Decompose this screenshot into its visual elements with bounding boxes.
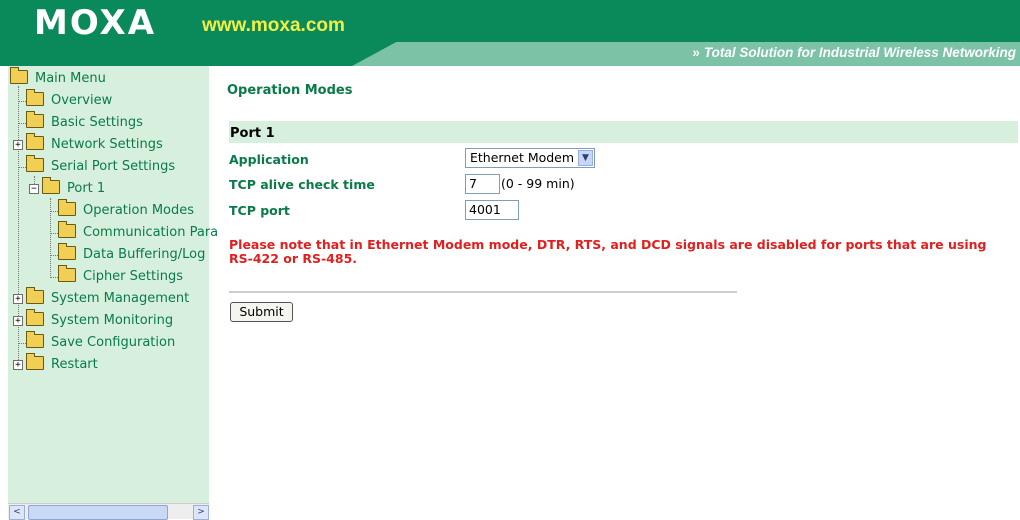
sidebar-item-label: System Management [51, 291, 190, 306]
sidebar-item-communication-parameters[interactable]: Communication Para [58, 221, 219, 244]
sidebar-item-label: Save Configuration [51, 335, 176, 350]
moxa-logo: MOXA [34, 3, 157, 43]
double-chevron-icon: » [692, 45, 700, 60]
sidebar-horizontal-scrollbar[interactable]: < > [8, 503, 209, 520]
page-title: Operation Modes [227, 83, 353, 98]
folder-icon [26, 111, 44, 128]
sidebar-item-label: Operation Modes [83, 203, 195, 218]
sidebar-item-label: Restart [51, 357, 98, 372]
divider [229, 291, 737, 293]
tree-line [50, 211, 58, 212]
sidebar-item-label: Data Buffering/Log [83, 247, 206, 262]
folder-icon [58, 221, 76, 238]
sidebar-item-serial-port-settings[interactable]: Serial Port Settings [26, 155, 176, 178]
sidebar-item-label: Network Settings [51, 137, 163, 152]
tcp-alive-input[interactable]: 7 [465, 174, 500, 194]
sidebar-item-port-1[interactable]: − Port 1 [29, 177, 106, 200]
sidebar-item-label: Basic Settings [51, 115, 143, 130]
tree-line [18, 101, 26, 102]
expand-icon[interactable]: + [13, 316, 23, 326]
sidebar-item-label: Overview [51, 93, 113, 108]
open-folder-icon [10, 67, 28, 84]
sidebar-item-restart[interactable]: + Restart [13, 353, 98, 376]
application-label: Application [229, 152, 309, 167]
sidebar-item-network-settings[interactable]: + Network Settings [13, 133, 163, 156]
header-band-accent [0, 40, 400, 66]
chevron-down-icon[interactable]: ▼ [578, 150, 593, 166]
sidebar-item-data-buffering-log[interactable]: Data Buffering/Log [58, 243, 206, 266]
tree-line [18, 123, 26, 124]
tcp-alive-unit: (0 - 99 min) [501, 176, 575, 191]
sidebar-item-operation-modes[interactable]: Operation Modes [58, 199, 195, 222]
warning-notice: Please note that in Ethernet Modem mode,… [229, 237, 987, 266]
section-title: Port 1 [230, 126, 275, 141]
folder-icon [26, 331, 44, 348]
folder-icon [58, 243, 76, 260]
sidebar-item-main-menu[interactable]: Main Menu [10, 67, 106, 90]
tree-line [50, 198, 51, 278]
expand-icon[interactable]: + [13, 140, 23, 150]
folder-icon [26, 353, 44, 370]
tagline: » Total Solution for Industrial Wireless … [692, 45, 1016, 60]
main-content: Operation Modes Port 1 Application Ether… [209, 66, 1020, 518]
site-url[interactable]: www.moxa.com [202, 14, 345, 38]
tagline-text: Total Solution for Industrial Wireless N… [703, 45, 1016, 60]
sidebar-item-system-management[interactable]: + System Management [13, 287, 190, 310]
tree-line [50, 233, 58, 234]
submit-button[interactable]: Submit [230, 302, 293, 322]
sidebar-left-border [0, 66, 8, 518]
sidebar-item-cipher-settings[interactable]: Cipher Settings [58, 265, 183, 288]
tree-line [50, 277, 58, 278]
sidebar-item-system-monitoring[interactable]: + System Monitoring [13, 309, 174, 332]
sidebar-item-label: Port 1 [67, 181, 106, 196]
expand-icon[interactable]: + [13, 294, 23, 304]
expand-icon[interactable]: + [13, 360, 23, 370]
sidebar-item-label: Serial Port Settings [51, 159, 176, 174]
folder-icon [26, 133, 44, 150]
tree-line [50, 255, 58, 256]
folder-icon [26, 89, 44, 106]
sidebar-item-save-configuration[interactable]: Save Configuration [26, 331, 176, 354]
application-select-value: Ethernet Modem [470, 150, 575, 165]
tcp-port-input[interactable]: 4001 [465, 200, 519, 220]
sidebar-item-basic-settings[interactable]: Basic Settings [26, 111, 143, 134]
sidebar-item-label: Cipher Settings [83, 269, 183, 284]
sidebar-item-label: Main Menu [35, 71, 106, 86]
page-header: MOXA www.moxa.com » Total Solution for In… [0, 0, 1020, 66]
sidebar-item-label: System Monitoring [51, 313, 174, 328]
section-header: Port 1 [229, 121, 1018, 143]
open-folder-icon [26, 155, 44, 172]
folder-icon [26, 309, 44, 326]
tree-line [18, 343, 26, 344]
sidebar-item-label: Communication Para [83, 225, 219, 240]
folder-icon [58, 199, 76, 216]
application-select[interactable]: Ethernet Modem ▼ [465, 148, 595, 168]
tcp-port-label: TCP port [229, 203, 290, 218]
open-folder-icon [42, 177, 60, 194]
sidebar-item-overview[interactable]: Overview [26, 89, 113, 112]
collapse-icon[interactable]: − [29, 184, 39, 194]
folder-icon [26, 287, 44, 304]
tcp-alive-label: TCP alive check time [229, 177, 375, 192]
folder-icon [58, 265, 76, 282]
tree-line [18, 167, 26, 168]
